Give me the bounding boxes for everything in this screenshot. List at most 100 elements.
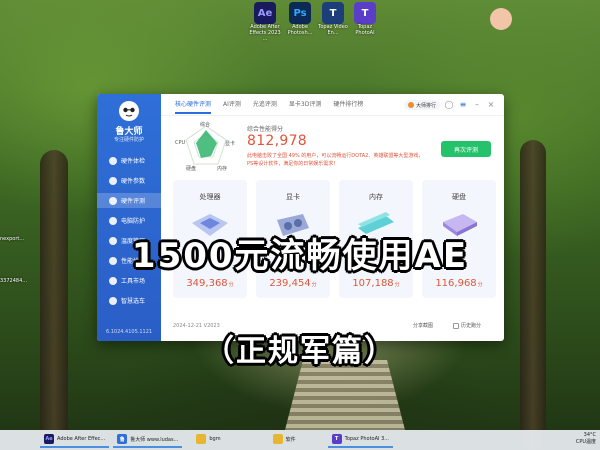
rank-button-label: 大师排行 [415,102,436,109]
card-score-value: 349,368 [186,278,228,289]
taskbar-item-label: bgm [209,436,221,442]
score-title: 综合性能得分 [247,126,284,133]
card-score-unit: 分 [311,282,317,288]
total-score: 812,978 [247,133,307,149]
tab-gpu-3d[interactable]: 显卡3D评测 [289,94,321,116]
after-effects-icon: Ae [254,2,276,24]
taskbar: Ae Adobe After Effec... 鲁鲁大师 www.ludas...… [0,430,600,450]
desktop-icon-label: Adobe After Effects 2023 ... [249,24,281,42]
topaz-photo-icon: T [354,2,376,24]
radar-label-gpu: 显卡 [225,141,236,147]
ludashi-logo-icon [119,101,139,121]
taskbar-item-software-folder[interactable]: 软件 [269,432,300,448]
topaz-photo-icon: T [331,434,342,444]
system-tray-weather[interactable]: 34°C CPU温度 [576,432,596,446]
cat-icon [490,8,512,30]
sidebar-item-label: 硬件体检 [121,158,146,165]
tab-ranking[interactable]: 硬件排行榜 [333,94,363,116]
menu-icon[interactable]: ≡ [458,100,468,110]
desktop-icon-cat[interactable] [484,8,518,30]
tab-ai-benchmark[interactable]: AI评测 [223,94,241,116]
taskbar-item-label: 软件 [285,436,296,443]
ludashi-icon: 鲁 [117,434,128,444]
taskbar-item-ludashi[interactable]: 鲁鲁大师 www.ludas... [113,432,183,448]
history-link-label: 历史跑分 [461,323,482,329]
version-text: 6.1024.4105.1121 [105,329,153,335]
taskbar-item-label: Topaz PhotoAI 3... [344,436,390,442]
close-icon[interactable]: × [486,100,496,110]
benchmark-icon [109,196,117,205]
card-title: 处理器 [199,193,221,201]
card-score-value: 239,454 [269,278,311,289]
sidebar-item-label: 硬件参数 [121,178,146,185]
taskbar-item-label: Adobe After Effec... [57,436,106,442]
desktop-icon-label: 3372484... [0,278,28,284]
weather-subtitle: CPU温度 [575,439,596,445]
desktop-icon-label: Adobe Photosh... [287,24,313,36]
card-score-value: 116,968 [435,278,477,289]
sidebar-item-car[interactable]: 智慧选车 [97,293,161,308]
radar-label-overall: 综合 [200,122,211,128]
desktop-icon-left-1[interactable]: nexport... [0,236,40,242]
ludashi-window: 鲁大师 专注硬件防护 硬件体检 硬件参数 硬件评测 电脑防护 温度管理 性能优化… [97,94,504,341]
shield-icon [109,216,117,225]
card-title: 硬盘 [452,193,466,201]
card-title: 内存 [369,193,383,201]
history-score-link[interactable]: 历史跑分 [453,322,481,329]
desktop-icon-topaz-photo[interactable]: T Topaz PhotoAI [348,2,382,37]
folder-icon [196,434,207,444]
card-score: 239,454分 [256,278,330,289]
overlay-caption-main: 1500元流畅使用AE [131,236,469,276]
after-effects-icon: Ae [44,434,54,444]
radar-label-cpu: CPU [175,140,186,146]
folder-icon [272,434,283,444]
card-score-unit: 分 [477,282,483,288]
overlay-caption-sub: （正规军篇） [204,334,396,369]
score-description: 此电脑击败了全国 49% 的用户，可以流畅运行DOTA2、英雄联盟等大型游戏，P… [247,153,424,167]
photoshop-icon: Ps [289,2,311,24]
user-icon[interactable]: ◯ [444,100,454,110]
wallpaper-stairs [285,360,405,430]
taskbar-item-bgm-folder[interactable]: bgm [192,432,224,448]
radar-label-disk: 硬盘 [186,166,197,172]
card-score: 116,968分 [422,278,496,289]
card-score: 349,368分 [173,278,247,289]
sidebar-item-label: 工具市场 [121,278,146,285]
tab-raytracing[interactable]: 光追评测 [253,94,277,116]
sidebar-item-label: 硬件评测 [121,198,146,205]
card-title: 显卡 [286,193,300,201]
rescore-button[interactable]: 再次评测 [441,141,491,157]
desktop-icon-label: nexport... [0,236,25,242]
weather-temperature: 34°C [583,432,596,438]
health-check-icon [109,156,117,165]
history-checkbox-icon [453,322,459,329]
taskbar-item-after-effects[interactable]: Ae Adobe After Effec... [40,432,110,448]
car-icon [109,296,117,305]
radar-label-memory: 内存 [217,166,228,172]
desktop-icon-left-2[interactable]: 3372484... [0,278,40,284]
sidebar-item-protection[interactable]: 电脑防护 [97,213,161,228]
taskbar-item-topaz-photo[interactable]: T Topaz PhotoAI 3... [327,432,394,448]
desktop-icon-photoshop[interactable]: Ps Adobe Photosh... [283,2,317,37]
sidebar-item-health-check[interactable]: 硬件体检 [97,153,161,168]
rank-button[interactable]: 大师排行 [403,100,440,110]
desktop-icon-label: Topaz PhotoAI [355,24,375,36]
sidebar-item-hardware-info[interactable]: 硬件参数 [97,173,161,188]
tab-core-benchmark[interactable]: 核心硬件评测 [175,94,212,116]
wallpaper-tree-trunk [40,150,68,450]
sidebar-item-label: 电脑防护 [121,218,146,225]
desktop-icon-after-effects[interactable]: Ae Adobe After Effects 2023 ... [248,2,282,42]
desktop-icon-topaz-video[interactable]: T Topaz Video En... [316,2,350,37]
minimize-icon[interactable]: – [472,100,482,110]
card-score: 107,188分 [339,278,413,289]
brand-subtitle: 专注硬件防护 [113,137,144,143]
card-score-unit: 分 [228,282,234,288]
hardware-info-icon [109,176,117,185]
wallpaper-tree-trunk [520,140,546,450]
topaz-video-icon: T [322,2,344,24]
sidebar-item-benchmark[interactable]: 硬件评测 [97,193,161,208]
trophy-icon [407,102,414,108]
tools-icon [109,276,117,285]
desktop-icon-label: Topaz Video En... [318,24,348,36]
sidebar: 鲁大师 专注硬件防护 硬件体检 硬件参数 硬件评测 电脑防护 温度管理 性能优化… [97,94,161,341]
